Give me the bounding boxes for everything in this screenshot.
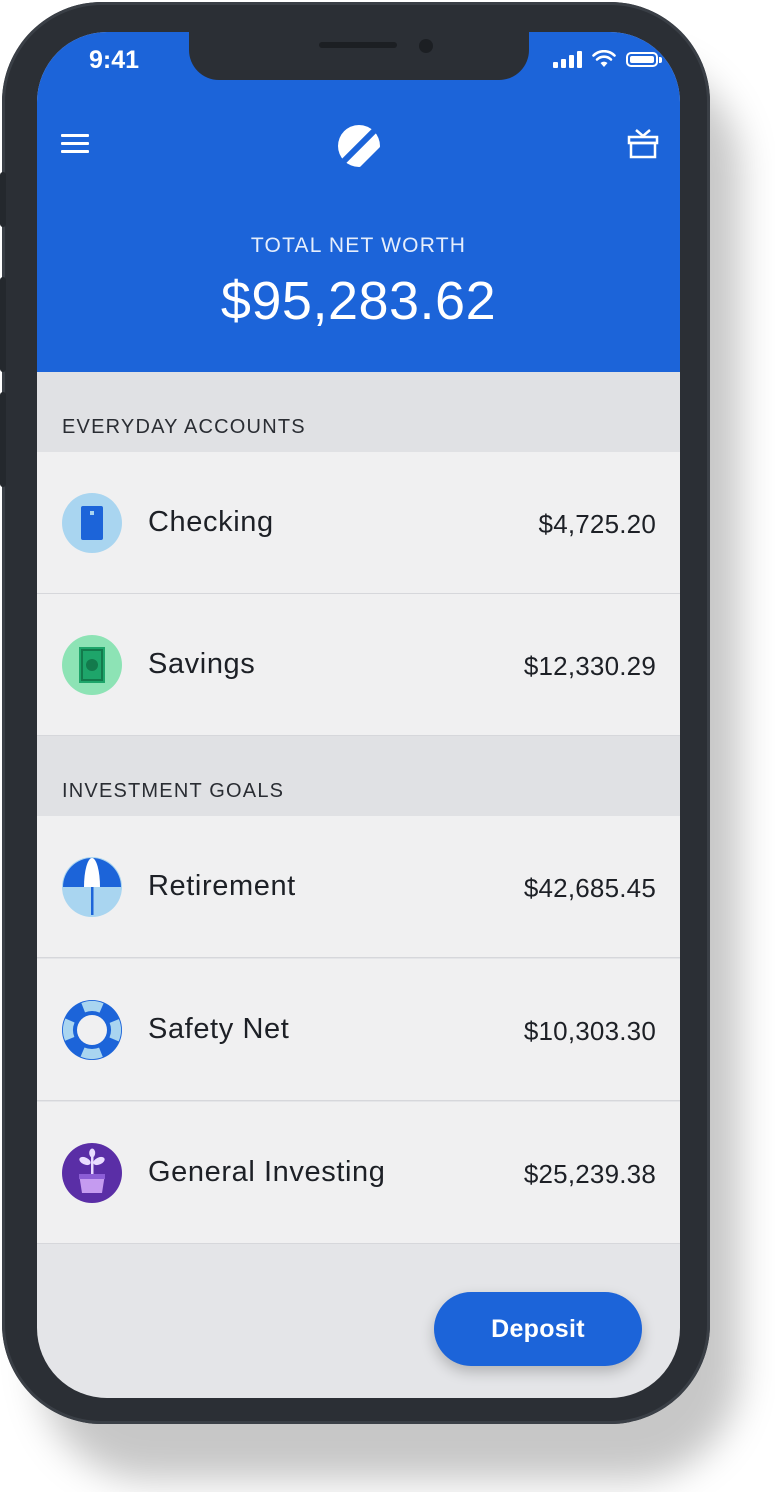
account-name: General Investing bbox=[148, 1156, 386, 1188]
app-screen: 9:41 TOTAL NET WORTH $95,283.62 EVERYDAY… bbox=[37, 32, 680, 1398]
cash-icon bbox=[62, 635, 122, 695]
battery-icon bbox=[626, 51, 662, 67]
account-balance: $4,725.20 bbox=[538, 509, 656, 539]
umbrella-icon bbox=[62, 857, 122, 917]
account-balance: $12,330.29 bbox=[523, 651, 656, 681]
account-row-checking[interactable]: Checking $4,725.20 bbox=[37, 452, 680, 594]
plant-icon bbox=[62, 1143, 122, 1203]
mute-switch bbox=[0, 172, 6, 227]
account-name: Safety Net bbox=[148, 1013, 290, 1045]
front-camera bbox=[419, 39, 433, 53]
account-row-safety-net[interactable]: Safety Net $10,303.30 bbox=[37, 959, 680, 1101]
account-row-retirement[interactable]: Retirement $42,685.45 bbox=[37, 816, 680, 958]
account-row-general-investing[interactable]: General Investing $25,239.38 bbox=[37, 1102, 680, 1244]
account-name: Savings bbox=[148, 648, 256, 680]
life-ring-icon bbox=[62, 1000, 122, 1060]
account-balance: $10,303.30 bbox=[523, 1016, 656, 1046]
section-header-investment: INVESTMENT GOALS bbox=[37, 736, 680, 816]
gift-icon[interactable] bbox=[627, 128, 659, 160]
account-balance: $42,685.45 bbox=[523, 873, 656, 903]
wifi-icon bbox=[592, 50, 616, 67]
net-worth-value: $95,283.62 bbox=[220, 271, 497, 331]
header: 9:41 TOTAL NET WORTH $95,283.62 bbox=[37, 32, 680, 372]
app-logo-icon bbox=[338, 125, 381, 168]
volume-down-button bbox=[0, 392, 6, 487]
status-icons bbox=[553, 50, 662, 68]
net-worth-label: TOTAL NET WORTH bbox=[250, 234, 467, 257]
menu-icon[interactable] bbox=[61, 134, 89, 154]
deposit-button[interactable]: Deposit bbox=[434, 1292, 642, 1366]
account-row-savings[interactable]: Savings $12,330.29 bbox=[37, 594, 680, 736]
card-icon bbox=[62, 493, 122, 553]
account-name: Checking bbox=[148, 506, 274, 538]
section-header-everyday: EVERYDAY ACCOUNTS bbox=[37, 372, 680, 452]
account-name: Retirement bbox=[148, 870, 296, 902]
account-balance: $25,239.38 bbox=[523, 1159, 656, 1189]
section-title: INVESTMENT GOALS bbox=[62, 780, 285, 802]
volume-up-button bbox=[0, 277, 6, 372]
section-title: EVERYDAY ACCOUNTS bbox=[62, 416, 306, 438]
phone-frame: 9:41 TOTAL NET WORTH $95,283.62 EVERYDAY… bbox=[0, 2, 710, 1424]
cellular-signal-icon bbox=[553, 50, 582, 68]
speaker-grille bbox=[319, 42, 397, 48]
notch bbox=[189, 32, 529, 80]
status-time: 9:41 bbox=[89, 46, 140, 74]
